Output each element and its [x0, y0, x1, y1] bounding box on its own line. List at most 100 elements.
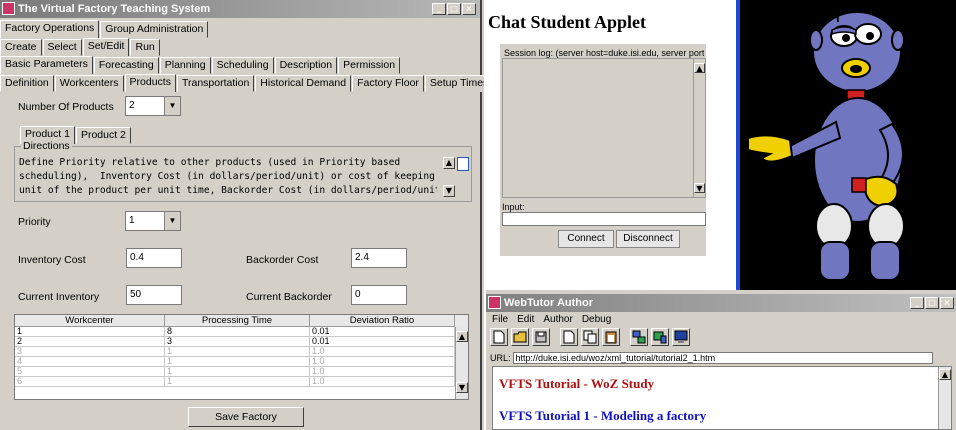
menu-debug[interactable]: Debug: [582, 314, 611, 325]
scroll-up-icon[interactable]: ▲: [456, 331, 468, 342]
scroll-down-icon[interactable]: ▼: [694, 183, 705, 193]
maximize-icon[interactable]: □: [925, 297, 939, 309]
menu-edit[interactable]: Edit: [517, 314, 534, 325]
table-cell[interactable]: 1: [165, 367, 310, 377]
network-icon[interactable]: [630, 328, 648, 346]
tab-basic-parameters[interactable]: Basic Parameters: [0, 56, 93, 74]
tab-workcenters[interactable]: Workcenters: [54, 75, 124, 92]
table-cell[interactable]: 1.0: [310, 357, 455, 367]
scroll-down-icon[interactable]: ▼: [443, 185, 455, 197]
scroll-down-icon[interactable]: ▼: [456, 382, 468, 393]
menu-file[interactable]: File: [492, 314, 508, 325]
close-icon[interactable]: ×: [462, 3, 476, 15]
tab-run[interactable]: Run: [130, 39, 160, 56]
table-cell[interactable]: 3: [165, 337, 310, 347]
minimize-icon[interactable]: _: [432, 3, 446, 15]
tabs-level1: Factory Operations Group Administration: [0, 20, 209, 38]
webtutor-titlebar[interactable]: WebTutor Author _ □ ×: [486, 294, 956, 312]
save-icon[interactable]: [532, 328, 550, 346]
table-row[interactable]: 1 8 0.01: [15, 327, 468, 337]
tab-permission[interactable]: Permission: [338, 57, 401, 74]
column-header-deviation-ratio[interactable]: Deviation Ratio: [310, 315, 455, 327]
table-cell[interactable]: 1.0: [310, 367, 455, 377]
tab-select[interactable]: Select: [42, 39, 82, 56]
content-scrollbar[interactable]: ▲: [938, 367, 951, 429]
session-log[interactable]: ▲ ▼: [502, 58, 706, 198]
table-row[interactable]: 6 1 1.0: [15, 377, 468, 387]
menu-author[interactable]: Author: [543, 314, 572, 325]
tab-factory-operations[interactable]: Factory Operations: [0, 20, 100, 38]
session-log-scrollbar[interactable]: ▲ ▼: [693, 59, 705, 197]
inventory-cost-field[interactable]: 0.4: [126, 248, 182, 268]
tab-transportation[interactable]: Transportation: [176, 75, 255, 92]
tutorial-heading: VFTS Tutorial - WoZ Study: [499, 376, 655, 391]
table-cell[interactable]: 1.0: [310, 377, 455, 387]
table-cell[interactable]: 1: [15, 327, 165, 337]
url-input[interactable]: http://duke.isi.edu/woz/xml_tutorial/tut…: [512, 352, 933, 364]
tab-product-2[interactable]: Product 2: [75, 127, 131, 144]
column-header-processing-time[interactable]: Processing Time: [165, 315, 310, 327]
minimize-icon[interactable]: _: [910, 297, 924, 309]
scroll-up-icon[interactable]: ▲: [694, 63, 705, 73]
save-factory-button[interactable]: Save Factory: [188, 407, 304, 427]
table-row[interactable]: 3 1 1.0: [15, 347, 468, 357]
current-backorder-field[interactable]: 0: [351, 285, 407, 305]
num-products-select[interactable]: 2 ▼: [125, 96, 181, 116]
scroll-up-icon[interactable]: ▲: [443, 157, 455, 169]
tab-historical-demand[interactable]: Historical Demand: [255, 75, 352, 92]
connect-button[interactable]: Connect: [558, 230, 614, 248]
run-icon[interactable]: [651, 328, 669, 346]
scroll-up-icon[interactable]: ▲: [939, 369, 951, 380]
tab-create[interactable]: Create: [0, 39, 42, 56]
tutorial-subheading[interactable]: VFTS Tutorial 1 - Modeling a factory: [499, 408, 706, 424]
page-icon[interactable]: [560, 328, 578, 346]
num-products-value: 2: [129, 100, 135, 111]
chevron-down-icon[interactable]: ▼: [164, 97, 180, 115]
tab-set-edit[interactable]: Set/Edit: [82, 38, 130, 56]
table-cell[interactable]: 2: [15, 337, 165, 347]
tab-factory-floor[interactable]: Factory Floor: [352, 75, 424, 92]
table-cell[interactable]: 0.01: [310, 337, 455, 347]
tab-planning[interactable]: Planning: [159, 57, 211, 74]
table-scrollbar[interactable]: ▲ ▼: [455, 327, 468, 399]
maximize-icon[interactable]: □: [447, 3, 461, 15]
table-row[interactable]: 2 3 0.01: [15, 337, 468, 347]
tab-forecasting[interactable]: Forecasting: [93, 57, 159, 74]
table-cell[interactable]: 1: [165, 377, 310, 387]
tab-scheduling[interactable]: Scheduling: [211, 57, 274, 74]
table-row[interactable]: 5 1 1.0: [15, 367, 468, 377]
tabs-level4: Definition Workcenters Products Transpor…: [0, 74, 494, 92]
copy-icon[interactable]: [581, 328, 599, 346]
table-cell[interactable]: 3: [15, 347, 165, 357]
tab-description[interactable]: Description: [274, 57, 338, 74]
table-cell[interactable]: 1: [165, 357, 310, 367]
table-cell[interactable]: 1: [165, 347, 310, 357]
table-cell[interactable]: 6: [15, 377, 165, 387]
table-cell[interactable]: 5: [15, 367, 165, 377]
directions-line: scheduling), Inventory Cost (in dollars/…: [19, 171, 437, 182]
vfts-titlebar[interactable]: The Virtual Factory Teaching System _ □ …: [0, 0, 480, 18]
directions-text: Define Priority relative to other produc…: [19, 156, 437, 198]
chevron-down-icon[interactable]: ▼: [164, 212, 180, 230]
tab-definition[interactable]: Definition: [0, 75, 54, 92]
table-cell[interactable]: 8: [165, 327, 310, 337]
table-cell[interactable]: 4: [15, 357, 165, 367]
close-icon[interactable]: ×: [940, 297, 954, 309]
table-cell[interactable]: 0.01: [310, 327, 455, 337]
paste-icon[interactable]: [602, 328, 620, 346]
monitor-icon[interactable]: [672, 328, 690, 346]
document-icon[interactable]: [457, 157, 469, 171]
open-folder-icon[interactable]: [511, 328, 529, 346]
table-row[interactable]: 4 1 1.0: [15, 357, 468, 367]
tab-group-administration[interactable]: Group Administration: [100, 21, 209, 38]
column-header-workcenter[interactable]: Workcenter: [15, 315, 165, 327]
tab-products[interactable]: Products: [124, 74, 176, 92]
chat-input[interactable]: [502, 212, 706, 226]
priority-select[interactable]: 1 ▼: [125, 211, 181, 231]
new-file-icon[interactable]: [490, 328, 508, 346]
table-cell[interactable]: 1.0: [310, 347, 455, 357]
backorder-cost-field[interactable]: 2.4: [351, 248, 407, 268]
directions-scrollbar[interactable]: ▲ ▼: [443, 157, 455, 197]
current-inventory-field[interactable]: 50: [126, 285, 182, 305]
disconnect-button[interactable]: Disconnect: [616, 230, 680, 248]
